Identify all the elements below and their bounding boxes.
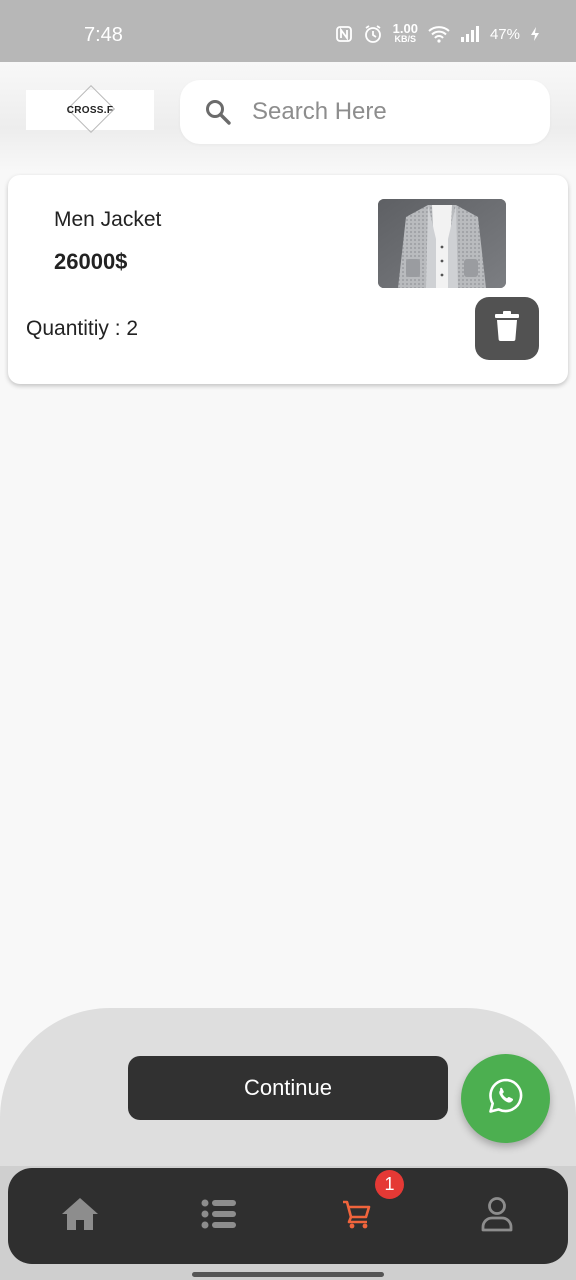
- battery-text: 47%: [489, 25, 520, 43]
- signal-icon: [460, 25, 480, 43]
- logo-text: CROSS.F: [66, 104, 114, 116]
- net-speed: 1.00 KB/S: [392, 21, 418, 44]
- charging-icon: [530, 26, 540, 42]
- search-input[interactable]: [252, 98, 522, 126]
- product-image[interactable]: [378, 199, 506, 288]
- item-price: 26000$: [54, 249, 128, 274]
- status-time: 7:48: [84, 24, 123, 46]
- item-quantity: Quantitiy : 2: [26, 317, 139, 340]
- wifi-icon: [428, 25, 450, 43]
- cart-badge: 1: [375, 1170, 404, 1199]
- home-indicator[interactable]: [192, 1272, 384, 1277]
- alarm-icon: [363, 24, 383, 44]
- header: CROSS.F: [0, 62, 576, 172]
- search-bar[interactable]: [180, 80, 550, 144]
- nav-cart[interactable]: [335, 1194, 379, 1238]
- nfc-icon: [335, 25, 353, 43]
- cart-screen: 7:48 1.00 KB/S 47% CROSS.F Search Here M…: [0, 0, 576, 1280]
- delete-button[interactable]: [475, 297, 539, 360]
- whatsapp-button[interactable]: [461, 1054, 550, 1143]
- cart-icon: [341, 1198, 373, 1235]
- nav-categories[interactable]: [197, 1194, 241, 1238]
- item-name: Men Jacket: [54, 208, 162, 231]
- home-icon: [60, 1196, 100, 1237]
- trash-icon: [494, 311, 520, 346]
- nav-profile[interactable]: [475, 1194, 519, 1238]
- continue-button[interactable]: Continue: [128, 1056, 448, 1120]
- bottom-nav: [8, 1168, 568, 1264]
- profile-icon: [480, 1196, 514, 1237]
- whatsapp-icon: [487, 1077, 525, 1120]
- list-icon: [201, 1198, 237, 1235]
- search-icon[interactable]: [204, 98, 232, 126]
- cart-item-card[interactable]: Men Jacket 26000$ Quantitiy : 2: [8, 175, 568, 384]
- status-icons: 1.00 KB/S 47%: [335, 21, 540, 44]
- brand-logo[interactable]: CROSS.F: [26, 84, 154, 134]
- nav-home[interactable]: [58, 1194, 102, 1238]
- status-bar: 7:48 1.00 KB/S 47%: [0, 0, 576, 62]
